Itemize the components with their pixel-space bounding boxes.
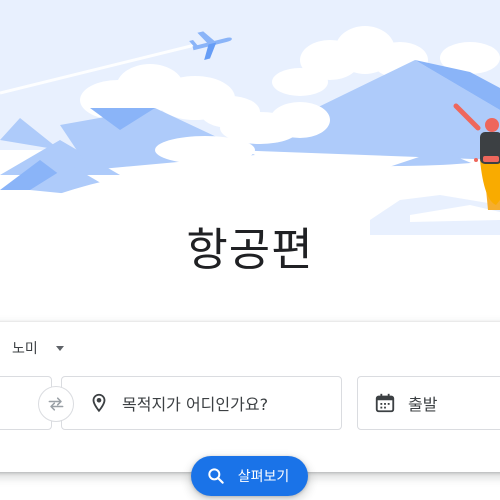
swap-icon [46,394,66,414]
cabin-class-label: 노미 [12,341,38,357]
chevron-down-icon [55,345,64,351]
destination-placeholder: 목적지가 어디인가요? [122,395,269,414]
swap-button[interactable] [38,386,74,422]
page-title: 항공편 [186,223,314,276]
explore-button[interactable]: 살펴보기 [191,456,308,496]
cabin-class-select[interactable]: 노미 [12,335,64,361]
destination-field[interactable]: 목적지가 어디인가요? [61,376,342,430]
departure-label: 출발 [408,395,438,414]
location-pin-icon [88,392,110,414]
departure-date-field[interactable]: 출발 [357,376,500,430]
hero-illustration [0,0,500,235]
calendar-icon [374,392,396,414]
search-icon [206,466,226,486]
explore-label: 살펴보기 [237,469,290,485]
